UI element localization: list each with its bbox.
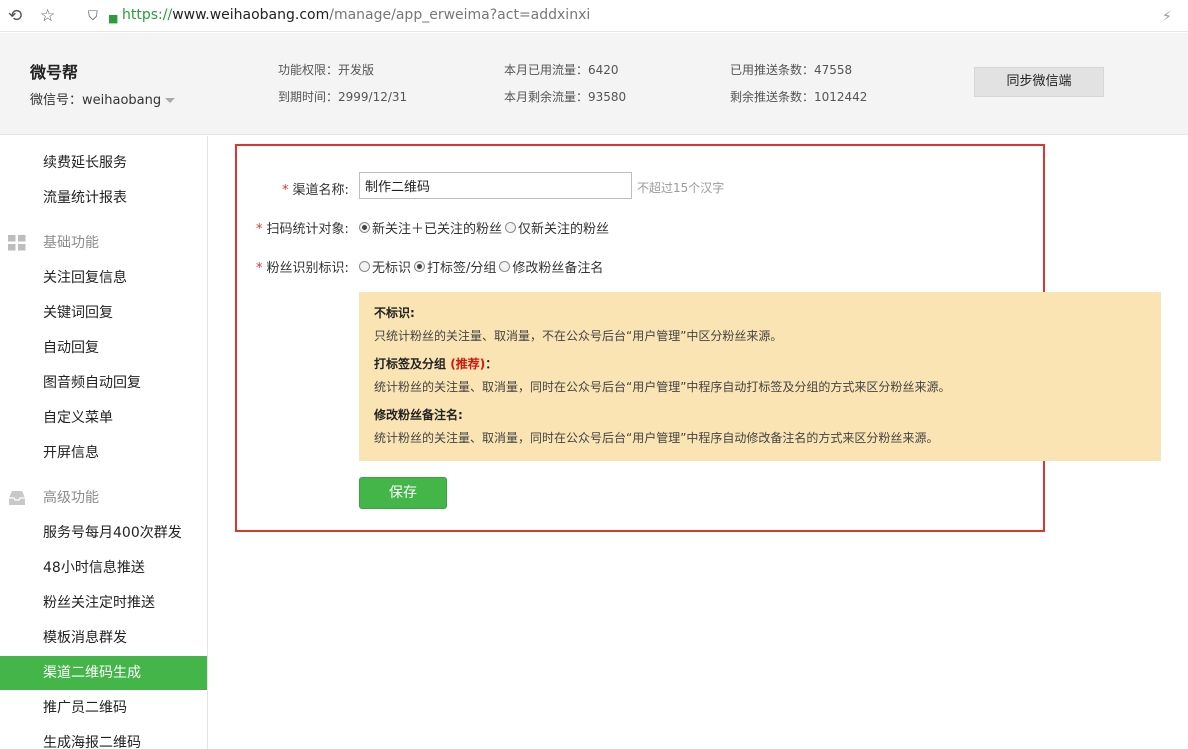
account-id: 微信号：weihaobang xyxy=(30,93,162,108)
shield-icon: ⛉ xyxy=(88,9,98,24)
url-domain: www.weihaobang.com xyxy=(172,7,330,23)
sidebar-group-label: 基础功能 xyxy=(43,235,99,251)
stat-expire: 到期时间：2999/12/31 xyxy=(278,90,408,104)
recommended-badge: (推荐) xyxy=(450,357,486,371)
option-label: 仅新关注的粉丝 xyxy=(518,222,610,237)
required-mark: * xyxy=(282,183,289,198)
account-header: 微号帮 微信号：weihaobang 功能权限：开发版 到期时间：2999/12… xyxy=(0,33,1188,135)
label-text: 粉丝识别标识: xyxy=(266,261,349,276)
option-label: 修改粉丝备注名 xyxy=(512,261,604,276)
info-title-remark: 修改粉丝备注名: xyxy=(374,408,463,422)
radio-checked[interactable] xyxy=(359,222,370,233)
channel-name-label: * 渠道名称: xyxy=(282,179,349,198)
radio-unchecked[interactable] xyxy=(359,261,370,272)
scan-option-all[interactable]: 新关注＋已关注的粉丝 xyxy=(359,218,502,237)
undo-icon[interactable]: ⟲ xyxy=(8,6,22,26)
sidebar-item-keyword-reply[interactable]: 关键词回复 xyxy=(0,296,207,330)
sidebar-group-advanced: 高级功能 xyxy=(0,481,207,515)
info-title-tag: 打标签及分组 (推荐)： xyxy=(374,355,1146,372)
info-title-text: 打标签及分组 xyxy=(374,357,447,371)
info-title-none: 不标识: xyxy=(374,306,415,320)
required-mark: * xyxy=(256,261,263,276)
sidebar: 续费延长服务 流量统计报表 基础功能 关注回复信息 关键词回复 自动回复 图音频… xyxy=(0,136,208,749)
sidebar-item-timed-push[interactable]: 粉丝关注定时推送 xyxy=(0,586,207,620)
label-text: 渠道名称: xyxy=(292,183,349,198)
sidebar-item-media-reply[interactable]: 图音频自动回复 xyxy=(0,366,207,400)
stat-permission: 功能权限：开发版 xyxy=(278,63,375,77)
option-label: 新关注＋已关注的粉丝 xyxy=(372,222,503,237)
info-desc-none: 只统计粉丝的关注量、取消量，不在公众号后台“用户管理”中区分粉丝来源。 xyxy=(374,329,783,343)
sync-wechat-button[interactable]: 同步微信端 xyxy=(974,67,1104,97)
sidebar-item-channel-qrcode[interactable]: 渠道二维码生成 xyxy=(0,656,207,690)
info-title-colon: ： xyxy=(485,357,498,371)
option-label: 打标签/分组 xyxy=(427,261,497,276)
sidebar-group-basic: 基础功能 xyxy=(0,226,207,260)
lightning-icon[interactable]: ⚡ xyxy=(1162,7,1172,27)
channel-name-input[interactable] xyxy=(359,172,632,199)
sidebar-item-follow-reply[interactable]: 关注回复信息 xyxy=(0,261,207,295)
account-id-switcher[interactable]: 微信号：weihaobang xyxy=(30,89,176,108)
inbox-icon xyxy=(9,491,25,505)
bookmark-star-icon[interactable]: ☆ xyxy=(40,6,55,26)
label-text: 扫码统计对象: xyxy=(266,222,349,237)
sidebar-item-custom-menu[interactable]: 自定义菜单 xyxy=(0,401,207,435)
url-scheme: https:// xyxy=(122,7,173,23)
sidebar-item-auto-reply[interactable]: 自动回复 xyxy=(0,331,207,365)
identity-explanation-box: 不标识: 只统计粉丝的关注量、取消量，不在公众号后台“用户管理”中区分粉丝来源。… xyxy=(359,292,1161,461)
fan-identity-radio-group: 无标识 打标签/分组 修改粉丝备注名 xyxy=(359,257,606,276)
channel-name-hint: 不超过15个汉字 xyxy=(637,181,725,195)
stat-push-used: 已用推送条数：47558 xyxy=(730,63,853,77)
sidebar-item-renew[interactable]: 续费延长服务 xyxy=(0,146,207,180)
stat-flow-used: 本月已用流量：6420 xyxy=(504,63,619,77)
radio-unchecked[interactable] xyxy=(505,222,517,233)
stat-push-remain: 剩余推送条数：1012442 xyxy=(730,90,868,104)
info-desc-remark: 统计粉丝的关注量、取消量，同时在公众号后台“用户管理”中程序自动修改备注名的方式… xyxy=(374,431,939,445)
chevron-down-icon xyxy=(165,98,176,103)
sidebar-item-splash[interactable]: 开屏信息 xyxy=(0,436,207,470)
fan-option-none[interactable]: 无标识 xyxy=(359,257,411,276)
scan-option-new-only[interactable]: 仅新关注的粉丝 xyxy=(505,218,609,237)
sidebar-item-48h-push[interactable]: 48小时信息推送 xyxy=(0,551,207,585)
required-mark: * xyxy=(256,222,263,237)
fan-identity-label: * 粉丝识别标识: xyxy=(256,257,349,276)
fan-option-remark[interactable]: 修改粉丝备注名 xyxy=(499,257,603,276)
save-button[interactable]: 保存 xyxy=(359,477,447,509)
radio-checked[interactable] xyxy=(414,261,426,272)
account-name: 微号帮 xyxy=(30,63,79,82)
scan-target-radio-group: 新关注＋已关注的粉丝 仅新关注的粉丝 xyxy=(359,218,612,237)
lock-icon: ■ xyxy=(108,12,119,25)
address-bar[interactable]: https://www.weihaobang.com/manage/app_er… xyxy=(122,7,590,23)
stat-flow-remain: 本月剩余流量：93580 xyxy=(504,90,627,104)
fan-option-tag-group[interactable]: 打标签/分组 xyxy=(414,257,496,276)
option-label: 无标识 xyxy=(372,261,412,276)
sidebar-item-promoter-qrcode[interactable]: 推广员二维码 xyxy=(0,691,207,725)
url-path: /manage/app_erweima?act=addxinxi xyxy=(329,7,591,23)
sidebar-item-flow-report[interactable]: 流量统计报表 xyxy=(0,181,207,215)
scan-target-label: * 扫码统计对象: xyxy=(256,218,349,237)
sidebar-item-monthly-broadcast[interactable]: 服务号每月400次群发 xyxy=(0,516,207,550)
radio-unchecked[interactable] xyxy=(499,261,511,272)
info-desc-tag: 统计粉丝的关注量、取消量，同时在公众号后台“用户管理”中程序自动打标签及分组的方… xyxy=(374,380,951,394)
grid-icon xyxy=(8,235,26,251)
sidebar-item-poster-qrcode[interactable]: 生成海报二维码 xyxy=(0,726,207,749)
sidebar-group-label: 高级功能 xyxy=(43,490,99,506)
browser-toolbar: ⟲ ☆ ⛉ ■ https://www.weihaobang.com/manag… xyxy=(0,0,1188,32)
sidebar-item-template-broadcast[interactable]: 模板消息群发 xyxy=(0,621,207,655)
